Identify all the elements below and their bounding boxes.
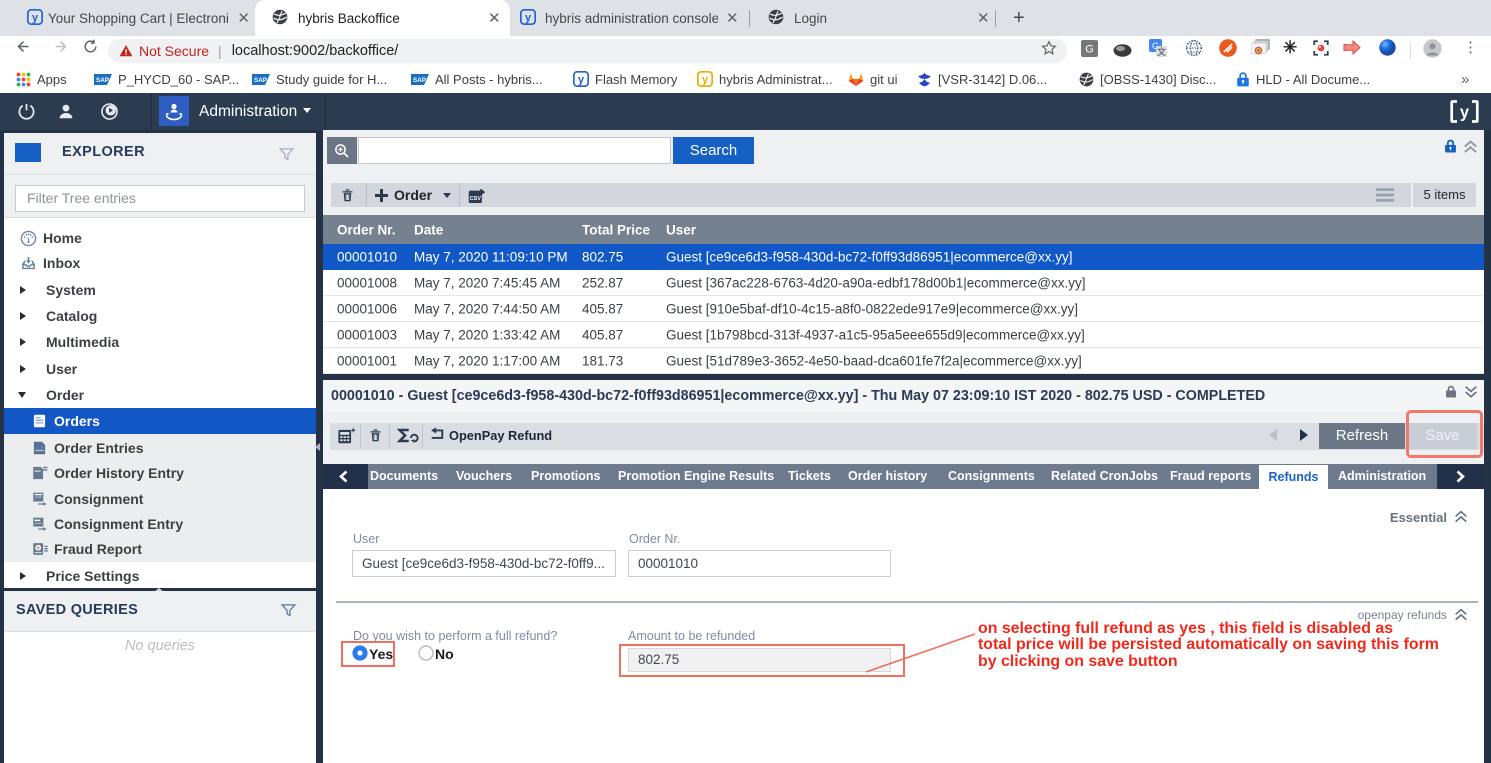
svg-text:y: y — [525, 12, 532, 24]
svg-text:G: G — [1085, 44, 1094, 56]
svg-text:y: y — [578, 74, 585, 86]
svg-text:y: y — [702, 74, 709, 86]
svg-text:SAP: SAP — [254, 77, 267, 84]
svg-text:文: 文 — [1157, 46, 1166, 57]
svg-text:y: y — [32, 12, 39, 24]
svg-text:SAP: SAP — [96, 77, 109, 84]
svg-text:y: y — [1460, 104, 1470, 122]
svg-text:SAP: SAP — [413, 77, 426, 84]
svg-text:CSV: CSV — [470, 196, 482, 202]
